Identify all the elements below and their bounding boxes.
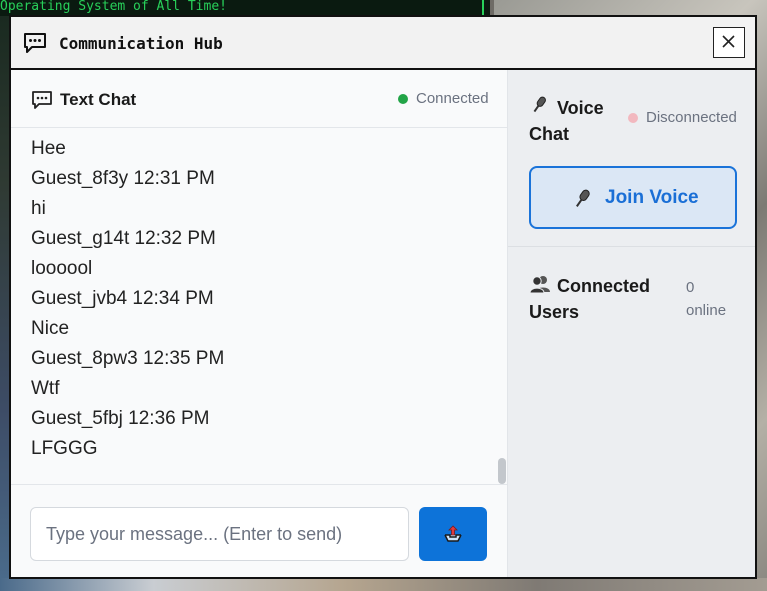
message-input[interactable]: [30, 507, 409, 561]
close-icon: [722, 35, 735, 48]
communication-hub-window: Communication Hub Text Chat Connected _ …: [9, 15, 757, 579]
disconnected-status-dot: [628, 113, 638, 123]
side-panel: Voice Chat Disconnected Join Voice Conne…: [508, 70, 755, 577]
microphone-icon: [576, 189, 590, 207]
message-author: Guest_g14t 12:32 PM: [31, 228, 216, 249]
background-text: Operating System of All Time!: [0, 0, 227, 13]
send-button[interactable]: [419, 507, 487, 561]
message-author: Guest_jvb4 12:34 PM: [31, 288, 214, 309]
close-button[interactable]: [713, 27, 745, 58]
chat-bubble-icon: [32, 91, 52, 109]
message-list[interactable]: _ Hee Guest_8f3y 12:31 PM hi Guest_g14t …: [11, 128, 507, 484]
chat-status: Connected: [416, 90, 489, 107]
message-author: Guest_8f3y 12:31 PM: [31, 168, 215, 189]
message-composer: [11, 484, 507, 577]
users-online-count: 0 online: [686, 276, 746, 322]
voice-status: Disconnected: [646, 109, 737, 126]
message-text: Hee: [31, 138, 66, 159]
text-chat-header: Text Chat Connected: [11, 70, 507, 128]
voice-chat-title: Voice Chat: [529, 98, 604, 144]
join-voice-button[interactable]: Join Voice: [529, 166, 737, 229]
background-strip: [0, 578, 767, 591]
text-chat-panel: Text Chat Connected _ Hee Guest_8f3y 12:…: [11, 70, 508, 577]
join-voice-label: Join Voice: [605, 187, 699, 208]
voice-chat-section: Voice Chat Disconnected Join Voice: [508, 70, 755, 247]
connected-users-section: Connected Users 0 online: [508, 247, 755, 577]
scrollbar-thumb[interactable]: [498, 458, 506, 484]
message-author: Guest_8pw3 12:35 PM: [31, 348, 225, 369]
message-text: Nice: [31, 318, 70, 339]
message-text: loooool: [31, 258, 93, 279]
online-count-value: 0: [686, 279, 695, 296]
message-text: hi: [31, 198, 46, 219]
online-count-suffix: online: [686, 302, 727, 319]
message-text: Wtf: [31, 378, 60, 399]
connected-status-dot: [398, 94, 408, 104]
connected-users-title: Connected Users: [529, 276, 651, 322]
send-icon: [444, 525, 462, 542]
message-scrollbar[interactable]: [496, 128, 506, 484]
message-text: LFGGG: [31, 438, 98, 459]
window-title: Communication Hub: [59, 34, 223, 53]
message-author: Guest_5fbj 12:36 PM: [31, 408, 210, 429]
background-terminal: Operating System of All Time!: [0, 0, 490, 16]
text-chat-title: Text Chat: [60, 90, 137, 109]
chat-bubble-icon: [24, 33, 46, 53]
title-bar: Communication Hub: [11, 17, 755, 70]
